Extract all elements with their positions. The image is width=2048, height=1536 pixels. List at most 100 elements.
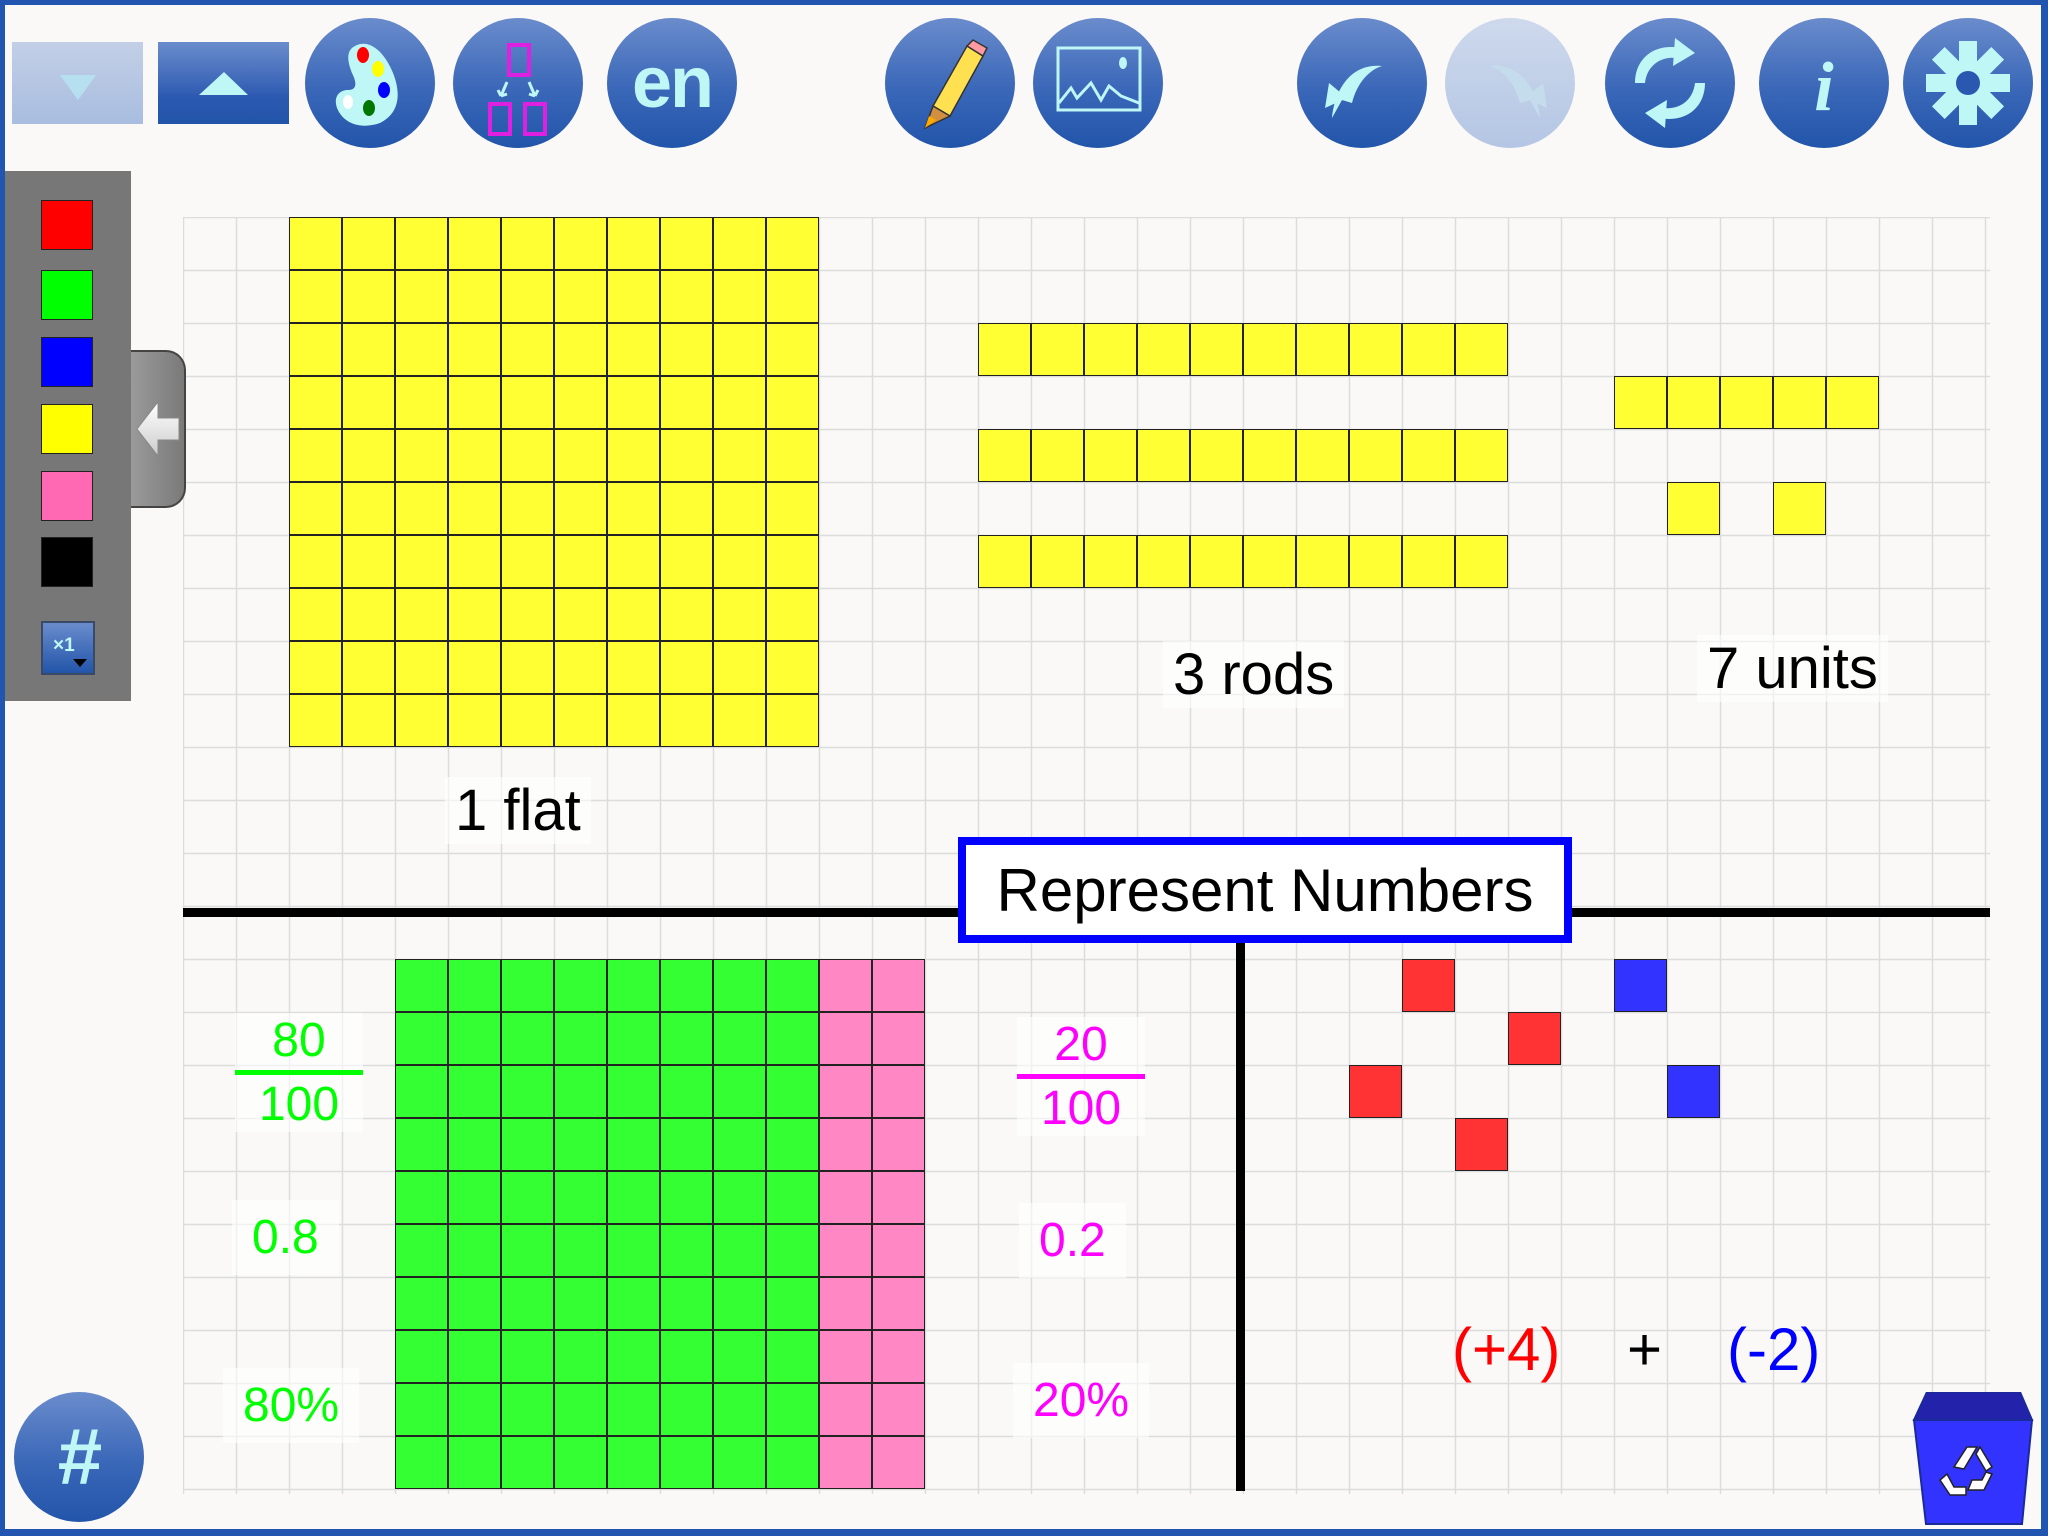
green-cell[interactable] [554,959,607,1012]
flat-cell[interactable] [342,641,395,694]
pink-cell[interactable] [872,959,925,1012]
pink-cell[interactable] [819,1330,872,1383]
green-cell[interactable] [554,1224,607,1277]
green-cell[interactable] [660,1171,713,1224]
flat-cell[interactable] [501,323,554,376]
green-cell[interactable] [501,1012,554,1065]
flat-cell[interactable] [501,270,554,323]
pink-cell[interactable] [872,1277,925,1330]
flat-cell[interactable] [342,270,395,323]
flat-cell[interactable] [607,217,660,270]
pink-fraction[interactable]: 20 100 [1017,1017,1145,1136]
multiplier-dropdown[interactable]: ×1 [41,621,95,675]
green-cell[interactable] [501,1224,554,1277]
flat-cell[interactable] [501,641,554,694]
green-cell[interactable] [766,1171,819,1224]
green-cell[interactable] [395,1383,448,1436]
rod-cell[interactable] [1243,429,1296,482]
scroll-down-button[interactable] [12,42,143,124]
swatch-green[interactable] [41,270,93,320]
green-cell[interactable] [448,1012,501,1065]
flat-label[interactable]: 1 flat [445,777,591,844]
unit-cube[interactable] [1826,376,1879,429]
flat-cell[interactable] [607,376,660,429]
swatch-blue[interactable] [41,337,93,387]
rod-cell[interactable] [1455,323,1508,376]
positive-tile[interactable] [1349,1065,1402,1118]
green-cell[interactable] [607,1383,660,1436]
green-cell[interactable] [660,959,713,1012]
unit-cube[interactable] [1667,376,1720,429]
flat-cell[interactable] [395,429,448,482]
green-cell[interactable] [766,959,819,1012]
flat-cell[interactable] [554,323,607,376]
rod-cell[interactable] [1349,535,1402,588]
expression-operator[interactable]: + [1627,1315,1662,1384]
flat-cell[interactable] [395,588,448,641]
scroll-up-button[interactable] [158,42,289,124]
flat-cell[interactable] [342,323,395,376]
green-cell[interactable] [607,959,660,1012]
green-cell[interactable] [607,1277,660,1330]
rod-cell[interactable] [1137,429,1190,482]
green-cell[interactable] [766,1012,819,1065]
flat-cell[interactable] [289,641,342,694]
unit-cube[interactable] [1720,376,1773,429]
green-cell[interactable] [448,1330,501,1383]
positive-tile[interactable] [1508,1012,1561,1065]
pink-cell[interactable] [819,1383,872,1436]
flat-cell[interactable] [554,588,607,641]
flat-cell[interactable] [713,429,766,482]
flat-cell[interactable] [395,535,448,588]
green-cell[interactable] [607,1436,660,1489]
green-cell[interactable] [501,1118,554,1171]
green-cell[interactable] [395,1436,448,1489]
unit-cube[interactable] [1773,376,1826,429]
flat-cell[interactable] [660,588,713,641]
pink-cell[interactable] [872,1118,925,1171]
green-cell[interactable] [395,959,448,1012]
flat-cell[interactable] [342,376,395,429]
pink-cell[interactable] [819,1012,872,1065]
green-cell[interactable] [607,1118,660,1171]
flat-cell[interactable] [766,588,819,641]
flat-cell[interactable] [713,217,766,270]
green-cell[interactable] [554,1383,607,1436]
green-cell[interactable] [448,1224,501,1277]
green-cell[interactable] [448,1383,501,1436]
rod-cell[interactable] [1402,429,1455,482]
flat-cell[interactable] [766,641,819,694]
green-cell[interactable] [554,1118,607,1171]
draw-button[interactable] [885,18,1015,148]
green-cell[interactable] [766,1224,819,1277]
flat-cell[interactable] [395,270,448,323]
flat-cell[interactable] [342,429,395,482]
page-title[interactable]: Represent Numbers [958,837,1572,943]
flat-cell[interactable] [607,694,660,747]
flat-cell[interactable] [448,376,501,429]
positive-tile[interactable] [1455,1118,1508,1171]
flat-cell[interactable] [289,694,342,747]
flat-cell[interactable] [342,535,395,588]
flat-cell[interactable] [713,588,766,641]
flat-cell[interactable] [448,217,501,270]
green-cell[interactable] [448,1277,501,1330]
green-cell[interactable] [395,1065,448,1118]
green-cell[interactable] [395,1118,448,1171]
rod-cell[interactable] [1137,535,1190,588]
green-cell[interactable] [660,1330,713,1383]
flat-cell[interactable] [766,217,819,270]
green-cell[interactable] [607,1330,660,1383]
flat-cell[interactable] [501,217,554,270]
flat-cell[interactable] [660,323,713,376]
flat-cell[interactable] [660,429,713,482]
flat-cell[interactable] [448,588,501,641]
green-cell[interactable] [766,1436,819,1489]
green-cell[interactable] [713,1277,766,1330]
flat-cell[interactable] [766,323,819,376]
flat-cell[interactable] [395,217,448,270]
green-cell[interactable] [395,1277,448,1330]
rod-cell[interactable] [1455,535,1508,588]
settings-button[interactable] [1903,18,2033,148]
info-button[interactable]: i [1759,18,1889,148]
